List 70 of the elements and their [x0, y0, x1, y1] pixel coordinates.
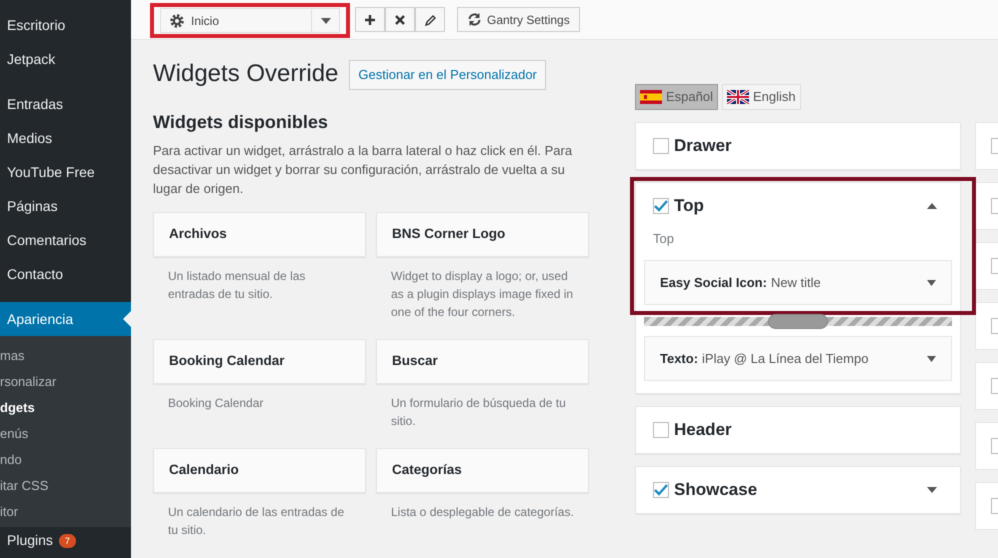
menu-item[interactable]: Plugins 7 [0, 531, 131, 549]
submenu-item[interactable]: itar CSS [0, 473, 131, 499]
widget-description: Lista o desplegable de categorías. [390, 504, 575, 522]
customize-button[interactable]: Gestionar en el Personalizador [349, 60, 546, 90]
widget-description: Un listado mensual de las entradas de tu sitio. [167, 268, 306, 304]
section-title: Widgets disponibles [153, 112, 329, 134]
page-title: Widgets Override [153, 60, 338, 90]
widget-type: Texto: [660, 350, 698, 368]
sidebar-title[interactable]: Top [674, 192, 927, 218]
section-description: Para activar un widget, arrástralo a la barra lateral o haz click en él. Para desactivar un widget y borrar su configuración, arrástralo de vuelta a su lugar de origen. [153, 142, 574, 198]
widget-title[interactable]: Categorías [376, 448, 589, 494]
edit-button[interactable] [415, 7, 445, 32]
checkbox[interactable] [653, 422, 669, 438]
submenu-item[interactable]: itor [0, 499, 131, 525]
widget-row[interactable]: Texto: iPlay @ La Línea del Tiempo [644, 336, 952, 381]
current-arrow-icon [123, 311, 131, 327]
submenu-item[interactable]: ndo [0, 447, 131, 473]
widget-row[interactable]: Easy Social Icon: New title [644, 260, 952, 305]
checkbox[interactable] [653, 198, 669, 214]
widget-title[interactable]: BNS Corner Logo [376, 212, 589, 258]
menu-item[interactable]: YouTube Free [0, 155, 131, 189]
caret-icon [320, 18, 330, 24]
delete-button[interactable] [385, 7, 415, 32]
submenu-item[interactable]: mas [0, 343, 131, 369]
submenu-item[interactable]: dgets [0, 395, 131, 421]
check-icon [654, 200, 668, 212]
check-icon [654, 484, 668, 496]
pencil-icon [424, 14, 436, 26]
uk-flag-icon [726, 90, 749, 104]
sidebar-title[interactable]: Showcase [674, 477, 927, 503]
submenu-item[interactable]: enús [0, 421, 131, 447]
sidebar-title[interactable]: Header [674, 417, 943, 443]
dropdown-arrow-icon [927, 356, 936, 362]
add-button[interactable] [355, 7, 385, 32]
menu-item[interactable]: Contacto [0, 257, 131, 291]
widget-description: Un formulario de búsqueda de tu sitio. [390, 395, 567, 430]
sidebar-title[interactable]: Drawer [674, 132, 943, 158]
dropdown-arrow-icon [927, 280, 936, 286]
widget-title[interactable]: Calendario [153, 448, 366, 494]
widget-description: Booking Calendar [167, 395, 264, 412]
widget-title[interactable]: Archivos [153, 212, 366, 258]
menu-item[interactable]: Entradas [0, 87, 131, 121]
widget-name: New title [770, 274, 822, 292]
gantry-settings-button[interactable]: Gantry Settings [457, 7, 580, 32]
language-button[interactable]: English [722, 84, 801, 110]
page-select[interactable]: Inicio [160, 8, 340, 33]
menu-item[interactable]: Páginas [0, 189, 131, 223]
menu-item[interactable]: Medios [0, 121, 131, 155]
checkbox[interactable] [653, 138, 669, 154]
widget-title[interactable]: Buscar [376, 339, 589, 384]
close-icon [394, 14, 406, 26]
widget-name: iPlay @ La Línea del Tiempo [702, 350, 870, 368]
submenu-item[interactable]: rsonalizar [0, 369, 131, 395]
menu-item[interactable]: Jetpack [0, 42, 131, 76]
count-badge: 7 [58, 534, 76, 548]
menu-item[interactable]: Escritorio [0, 8, 131, 42]
menu-item[interactable]: Comentarios [0, 223, 131, 257]
menu-item[interactable]: Apariencia [0, 302, 131, 336]
gear-icon [169, 12, 185, 28]
sidebar-description: Top [652, 230, 675, 248]
resize-handle[interactable] [768, 314, 828, 329]
language-button[interactable]: Español [635, 84, 718, 110]
checkbox[interactable] [653, 482, 669, 498]
widget-description: Widget to display a logo; or, used as a plugin displays image fixed in one of the four corners. [390, 268, 574, 322]
spain-flag-icon [640, 90, 662, 104]
widget-title[interactable]: Booking Calendar [153, 339, 366, 384]
widget-description: Un calendario de las entradas de tu sitio. [167, 504, 346, 540]
widget-type: Easy Social Icon: [660, 274, 767, 292]
refresh-icon [467, 12, 482, 27]
plus-icon [364, 14, 376, 26]
